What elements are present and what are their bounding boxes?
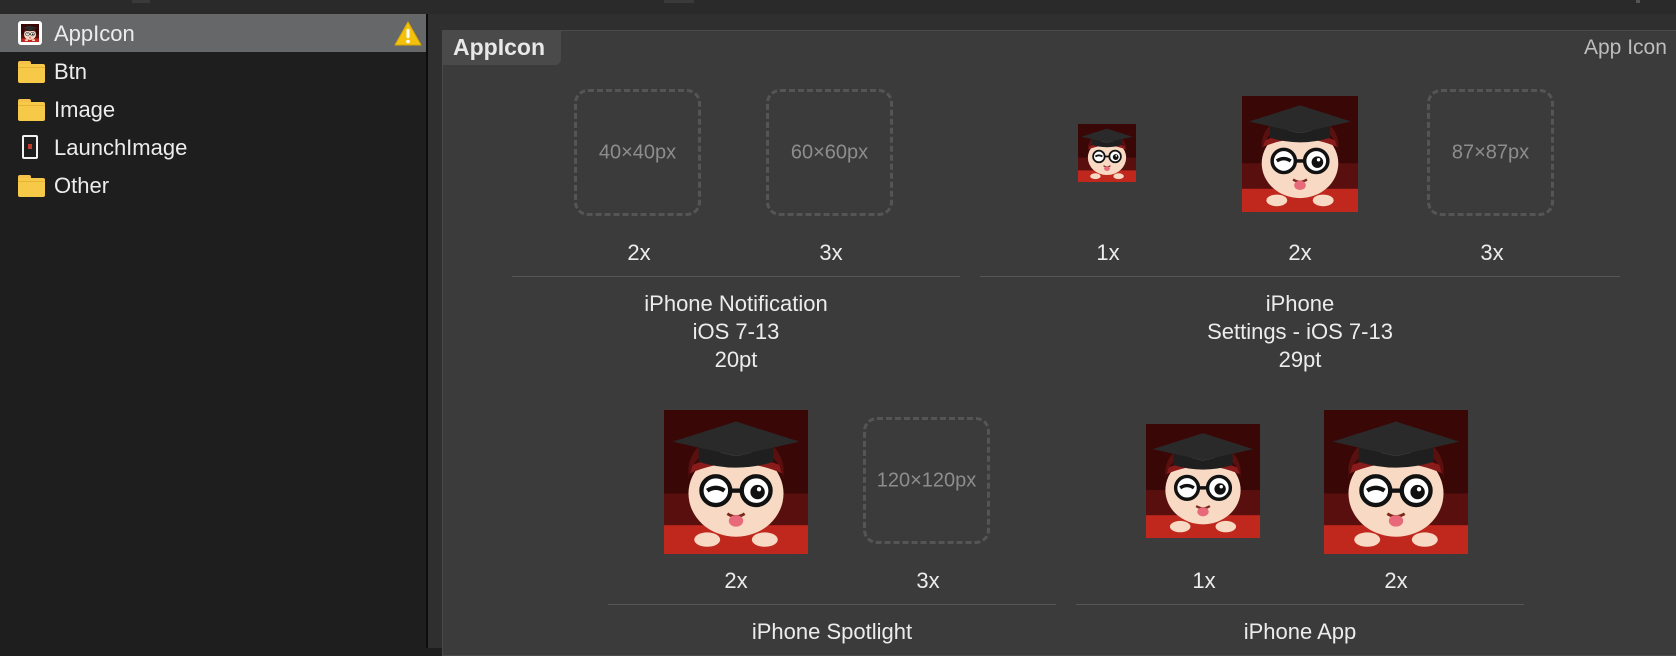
scale-label: 2x [1288, 240, 1312, 265]
slot-size-placeholder: 60×60px [790, 141, 869, 163]
toolbar-fragment [664, 0, 694, 3]
group-label-notification: iPhone Notification iOS 7-13 20pt [644, 291, 828, 372]
warning-icon[interactable] [394, 21, 422, 47]
icon-slot-settings-3x[interactable]: 87×87px [1427, 89, 1554, 216]
scale-label: 2x [724, 568, 748, 593]
sidebar-item-other[interactable]: Other [0, 166, 426, 204]
icon-slot-spotlight-3x[interactable]: 120×120px [863, 417, 990, 544]
group-divider [512, 276, 960, 277]
sidebar-item-label: Image [54, 97, 116, 122]
icon-slot-spotlight-2x[interactable] [664, 410, 808, 554]
folder-icon [17, 58, 45, 84]
asset-sidebar: AppIcon Btn Image LaunchImage Other [0, 14, 426, 648]
group-label-spotlight: iPhone Spotlight [751, 619, 913, 644]
sidebar-item-appicon[interactable]: AppIcon [0, 14, 426, 52]
slot-size-placeholder: 40×40px [598, 141, 677, 163]
sidebar-item-label: Other [54, 173, 110, 198]
appicon-thumbnail-icon [17, 20, 45, 46]
group-divider [1076, 604, 1524, 605]
asset-type-label: App Icon [1584, 36, 1667, 59]
scale-label: 1x [1192, 568, 1216, 593]
slot-size-placeholder: 87×87px [1451, 141, 1530, 163]
toolbar-fragment [1636, 0, 1640, 3]
scale-label: 3x [1480, 240, 1504, 265]
launch-image-icon [17, 134, 45, 160]
icon-slot-settings-1x[interactable] [1078, 124, 1136, 182]
icon-slot-notification-3x[interactable]: 60×60px [766, 89, 893, 216]
scale-label: 3x [819, 240, 843, 265]
icon-slot-notification-2x[interactable]: 40×40px [574, 89, 701, 216]
group-label-app: iPhone App [1243, 619, 1357, 644]
icon-slot-app-2x[interactable] [1324, 410, 1468, 554]
sidebar-item-launchimage[interactable]: LaunchImage [0, 128, 426, 166]
panel-title-tab: AppIcon [443, 31, 561, 65]
sidebar-item-label: LaunchImage [54, 135, 188, 160]
folder-icon [17, 172, 45, 198]
icon-slot-settings-2x[interactable] [1242, 96, 1358, 212]
slot-size-placeholder: 120×120px [876, 469, 977, 491]
scale-label: 2x [1384, 568, 1408, 593]
group-divider [980, 276, 1620, 277]
folder-icon [17, 96, 45, 122]
sidebar-item-label: Btn [54, 59, 88, 84]
scale-label: 3x [916, 568, 940, 593]
sidebar-item-btn[interactable]: Btn [0, 52, 426, 90]
sidebar-item-image[interactable]: Image [0, 90, 426, 128]
group-label-settings: iPhone Settings - iOS 7-13 29pt [1207, 291, 1393, 372]
icon-slot-app-1x[interactable] [1146, 424, 1260, 538]
group-divider [608, 604, 1056, 605]
sidebar-item-label: AppIcon [54, 21, 135, 46]
scale-label: 1x [1096, 240, 1120, 265]
toolbar-fragment [132, 0, 150, 3]
scale-label: 2x [627, 240, 651, 265]
window-top-strip [0, 0, 1676, 14]
panel-title: AppIcon [453, 34, 545, 60]
